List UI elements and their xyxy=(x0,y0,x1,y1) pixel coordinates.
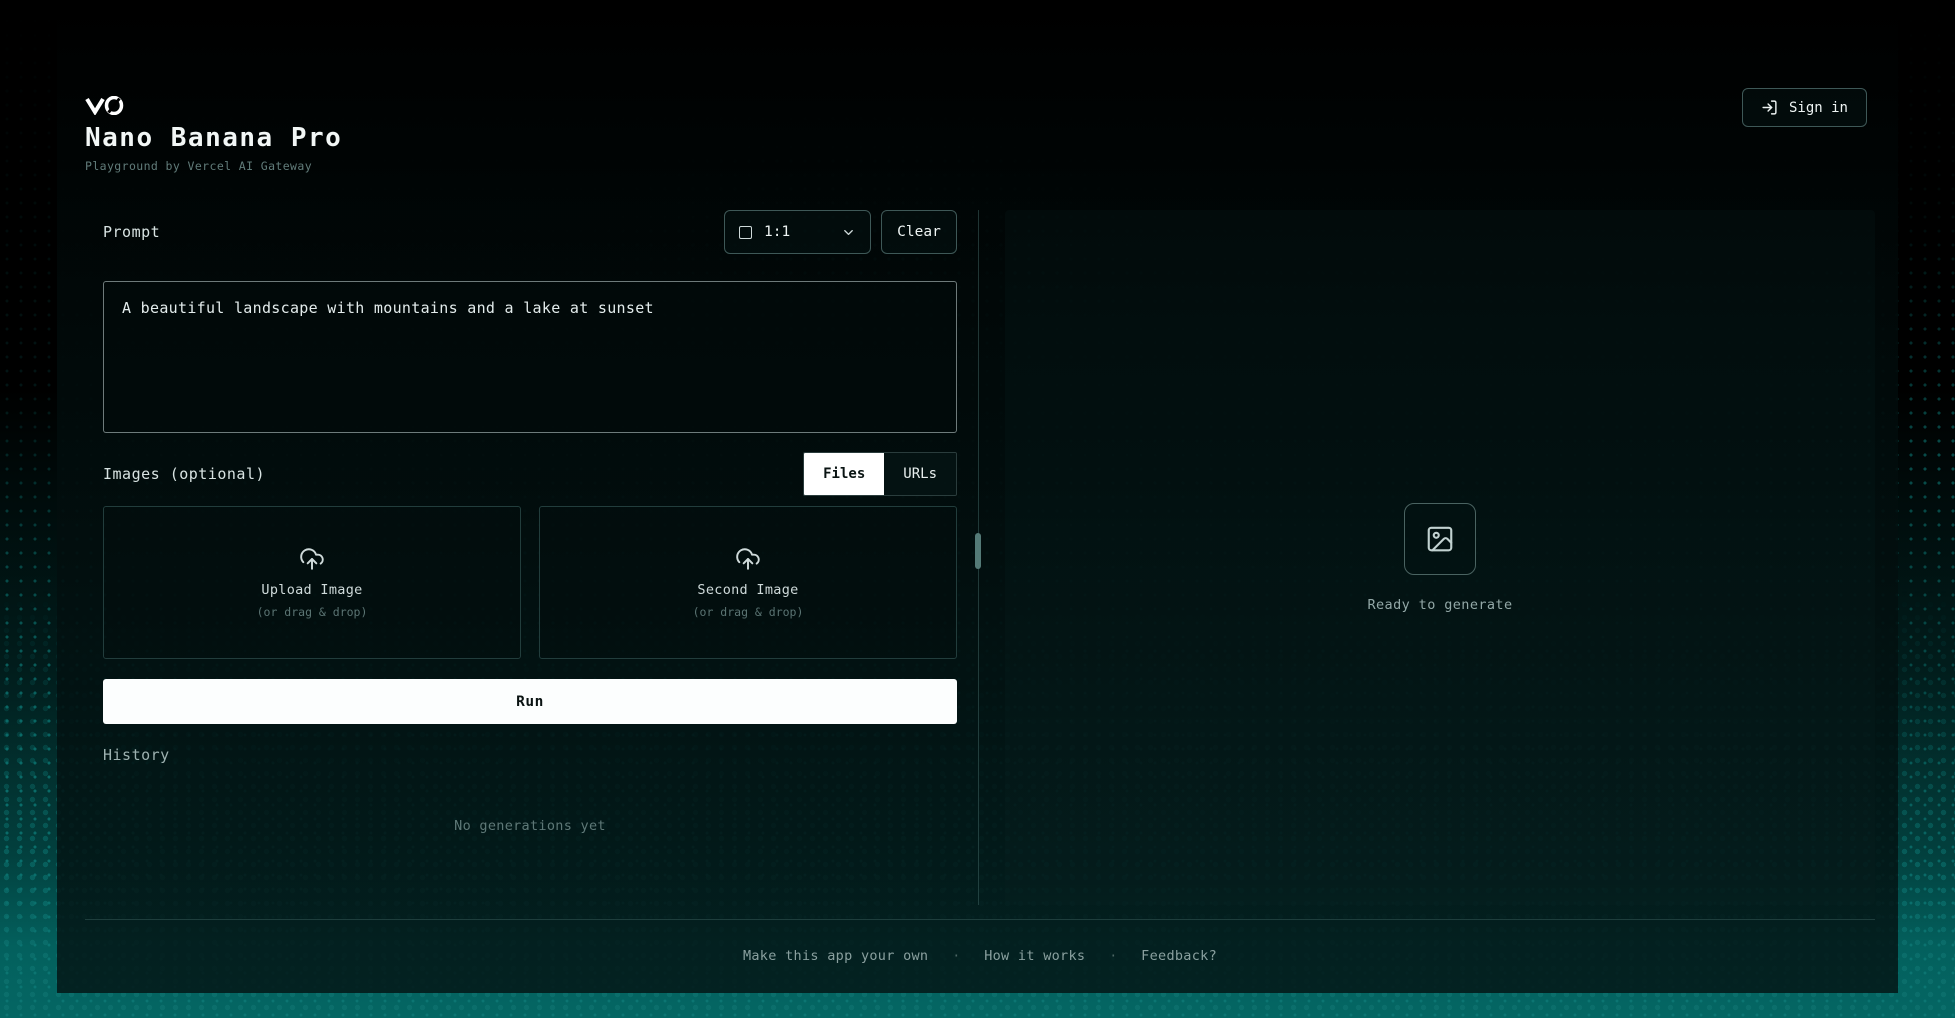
footer-links: Make this app your own · How it works · … xyxy=(85,948,1875,964)
footer-link-how-it-works[interactable]: How it works xyxy=(984,948,1085,964)
upload-hint: (or drag & drop) xyxy=(257,605,368,619)
sign-in-button[interactable]: Sign in xyxy=(1742,88,1867,127)
upload-grid: Upload Image (or drag & drop) Second Ima… xyxy=(103,506,957,659)
chevron-down-icon xyxy=(841,225,856,240)
images-label: Images (optional) xyxy=(103,465,265,483)
upload-title: Upload Image xyxy=(261,582,362,598)
aspect-ratio-value: 1:1 xyxy=(764,224,790,240)
pane-resize-handle[interactable] xyxy=(975,533,981,569)
prompt-label: Prompt xyxy=(103,223,160,241)
page-title: Nano Banana Pro xyxy=(85,123,342,153)
prompt-row: Prompt 1:1 Clear xyxy=(103,210,957,254)
aspect-ratio-select[interactable]: 1:1 xyxy=(724,210,871,254)
output-panel: Ready to generate xyxy=(1005,210,1875,905)
upload-image-dropzone[interactable]: Upload Image (or drag & drop) xyxy=(103,506,521,659)
upload-hint: (or drag & drop) xyxy=(693,605,804,619)
upload-title: Second Image xyxy=(697,582,798,598)
tab-files[interactable]: Files xyxy=(804,453,884,495)
v0-logo-icon xyxy=(85,96,125,115)
image-icon xyxy=(1425,524,1455,554)
output-placeholder-box xyxy=(1404,503,1476,575)
image-source-tabs: Files URLs xyxy=(803,452,957,496)
second-image-dropzone[interactable]: Second Image (or drag & drop) xyxy=(539,506,957,659)
tab-urls[interactable]: URLs xyxy=(884,453,956,495)
clear-button[interactable]: Clear xyxy=(881,210,957,254)
history-empty-message: No generations yet xyxy=(103,818,957,834)
footer-separator: · xyxy=(952,949,960,964)
run-button[interactable]: Run xyxy=(103,679,957,724)
footer-link-feedback[interactable]: Feedback? xyxy=(1141,948,1217,964)
images-row: Images (optional) Files URLs xyxy=(103,452,957,496)
footer-link-make-your-own[interactable]: Make this app your own xyxy=(743,948,928,964)
footer-separator: · xyxy=(1109,949,1117,964)
page-subtitle: Playground by Vercel AI Gateway xyxy=(85,159,342,173)
log-in-icon xyxy=(1761,99,1778,116)
footer: Make this app your own · How it works · … xyxy=(85,919,1875,964)
page: Nano Banana Pro Playground by Vercel AI … xyxy=(0,0,1955,1018)
main-card: Nano Banana Pro Playground by Vercel AI … xyxy=(57,0,1898,993)
prompt-controls: 1:1 Clear xyxy=(724,210,957,254)
controls-column: Prompt 1:1 Clear A beautiful landscape w… xyxy=(103,210,957,834)
header: Nano Banana Pro Playground by Vercel AI … xyxy=(85,96,342,173)
prompt-input[interactable]: A beautiful landscape with mountains and… xyxy=(103,281,957,433)
square-icon xyxy=(739,226,752,239)
cloud-upload-icon xyxy=(735,546,761,572)
output-status: Ready to generate xyxy=(1368,597,1513,613)
footer-divider xyxy=(85,919,1875,920)
sign-in-label: Sign in xyxy=(1789,100,1848,116)
history-label: History xyxy=(103,746,957,764)
cloud-upload-icon xyxy=(299,546,325,572)
